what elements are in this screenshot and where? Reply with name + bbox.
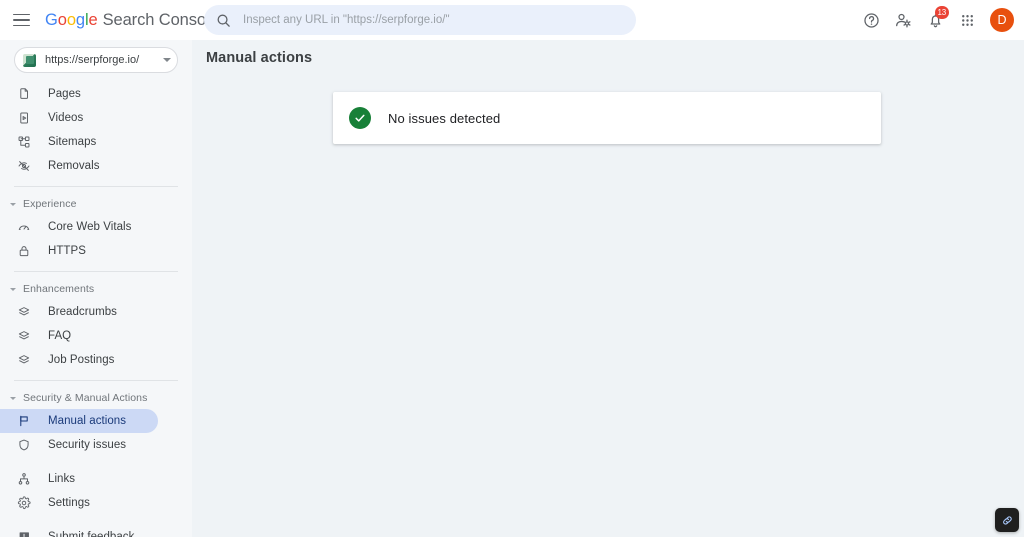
- videos-icon: [16, 110, 32, 126]
- sidebar-item-pages[interactable]: Pages: [0, 82, 158, 106]
- sidebar-item-label: Settings: [48, 497, 90, 509]
- sidebar-item-settings[interactable]: Settings: [0, 491, 158, 515]
- sidebar-item-sitemaps[interactable]: Sitemaps: [0, 130, 158, 154]
- google-wordmark: Google: [45, 10, 98, 29]
- sidebar-section-experience[interactable]: Experience: [0, 193, 192, 215]
- status-message: No issues detected: [388, 110, 501, 126]
- lock-icon: [16, 243, 32, 259]
- sidebar-item-label: Videos: [48, 112, 84, 124]
- sidebar-item-label: Core Web Vitals: [48, 221, 132, 233]
- sidebar-item-core-web-vitals[interactable]: Core Web Vitals: [0, 215, 158, 239]
- brand-logo[interactable]: Google Search Console: [45, 11, 219, 30]
- check-circle-icon: [349, 107, 371, 129]
- sidebar-item-submit-feedback[interactable]: Submit feedback: [0, 525, 158, 537]
- gear-icon: [16, 495, 32, 511]
- sidebar-item-faq[interactable]: FAQ: [0, 324, 158, 348]
- sitemaps-icon: [16, 134, 32, 150]
- chevron-down-icon: [10, 202, 16, 206]
- main-content: Manual actions No issues detected: [192, 40, 1024, 537]
- faq-icon: [16, 328, 32, 344]
- top-bar-actions: 13 D: [856, 0, 1014, 40]
- notification-badge: 13: [934, 6, 949, 19]
- sidebar-item-label: Links: [48, 473, 76, 485]
- chevron-down-icon: [10, 396, 16, 400]
- flag-icon: [16, 413, 32, 429]
- avatar[interactable]: D: [990, 8, 1014, 32]
- sidebar-nav: Pages Videos Sitemaps Removals Experienc…: [0, 82, 192, 537]
- sidebar-item-videos[interactable]: Videos: [0, 106, 158, 130]
- property-url: https://serpforge.io/: [45, 54, 140, 66]
- property-selector[interactable]: https://serpforge.io/: [14, 47, 178, 73]
- sidebar-section-security-manual-actions[interactable]: Security & Manual Actions: [0, 387, 192, 409]
- url-inspection-search-bar[interactable]: [204, 5, 636, 35]
- sidebar-item-removals[interactable]: Removals: [0, 154, 158, 178]
- sidebar-divider: [14, 271, 178, 272]
- chevron-down-icon: [163, 58, 171, 62]
- sidebar-item-label: FAQ: [48, 330, 72, 342]
- sidebar-item-label: Removals: [48, 160, 100, 172]
- sidebar-divider: [14, 186, 178, 187]
- sidebar-item-security-issues[interactable]: Security issues: [0, 433, 158, 457]
- search-icon: [216, 13, 231, 28]
- chevron-down-icon: [10, 287, 16, 291]
- hamburger-menu-icon[interactable]: [11, 9, 33, 31]
- top-bar: Google Search Console Inspect any URL in…: [0, 0, 1024, 40]
- product-name: Search Console: [102, 10, 219, 29]
- pages-icon: [16, 86, 32, 102]
- sidebar-item-https[interactable]: HTTPS: [0, 239, 158, 263]
- sidebar-item-job-postings[interactable]: Job Postings: [0, 348, 158, 372]
- manual-actions-status-card: No issues detected: [333, 92, 881, 144]
- sidebar-item-links[interactable]: Links: [0, 467, 158, 491]
- feedback-icon: [16, 529, 32, 537]
- google-apps-grid-icon[interactable]: [952, 5, 982, 35]
- removals-icon: [16, 158, 32, 174]
- sidebar-item-label: HTTPS: [48, 245, 86, 257]
- sidebar-item-label: Manual actions: [48, 415, 127, 427]
- core-web-vitals-icon: [16, 219, 32, 235]
- sidebar-divider: [14, 380, 178, 381]
- account-settings-icon[interactable]: [888, 5, 918, 35]
- shield-icon: [16, 437, 32, 453]
- site-favicon: [23, 53, 36, 67]
- sidebar-item-label: Sitemaps: [48, 136, 97, 148]
- sidebar-item-label: Pages: [48, 88, 81, 100]
- sidebar-section-label: Security & Manual Actions: [23, 392, 148, 404]
- job-postings-icon: [16, 352, 32, 368]
- sidebar-item-manual-actions[interactable]: Manual actions: [0, 409, 158, 433]
- sidebar-section-enhancements[interactable]: Enhancements: [0, 278, 192, 300]
- breadcrumbs-icon: [16, 304, 32, 320]
- search-input[interactable]: [243, 14, 624, 26]
- sidebar-item-label: Job Postings: [48, 354, 115, 366]
- search-console-app: Google Search Console Inspect any URL in…: [0, 0, 1024, 537]
- links-icon: [16, 471, 32, 487]
- sidebar-section-label: Enhancements: [23, 283, 95, 295]
- sidebar-item-label: Submit feedback: [48, 531, 135, 537]
- sidebar-item-breadcrumbs[interactable]: Breadcrumbs: [0, 300, 158, 324]
- page-title: Manual actions: [206, 50, 313, 66]
- sidebar-section-label: Experience: [23, 198, 77, 210]
- help-icon[interactable]: [856, 5, 886, 35]
- link-chain-widget[interactable]: [995, 508, 1019, 532]
- sidebar-item-label: Breadcrumbs: [48, 306, 117, 318]
- sidebar-item-label: Security issues: [48, 439, 127, 451]
- sidebar: https://serpforge.io/ Pages Videos Sitem…: [0, 40, 192, 537]
- notifications-bell-icon[interactable]: 13: [920, 5, 950, 35]
